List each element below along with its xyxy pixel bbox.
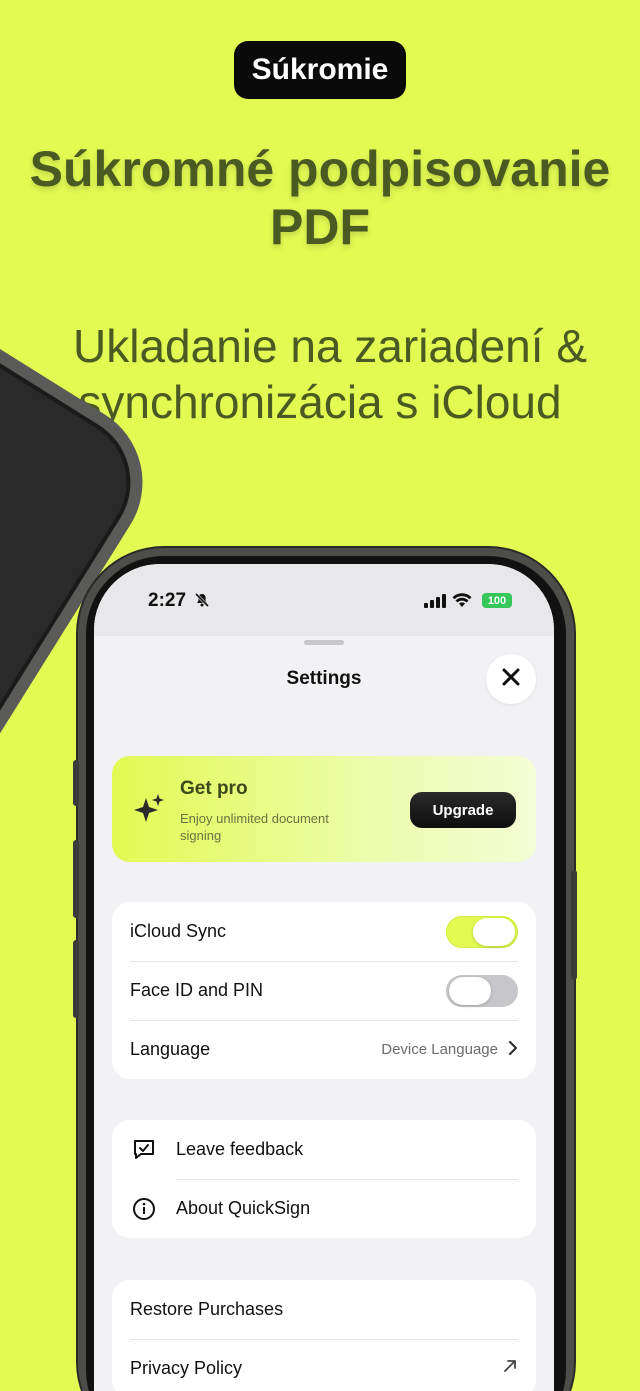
leave-feedback-row[interactable]: Leave feedback bbox=[112, 1120, 536, 1179]
face-id-toggle[interactable] bbox=[446, 974, 518, 1007]
feedback-icon bbox=[130, 1136, 158, 1164]
face-id-label: Face ID and PIN bbox=[130, 980, 264, 1000]
settings-group-legal: Restore Purchases Privacy Policy bbox=[112, 1280, 536, 1391]
subline-line-1: Ukladanie na zariadení & bbox=[73, 320, 587, 372]
battery-indicator: 100 bbox=[482, 593, 512, 608]
toggle-knob bbox=[473, 917, 515, 946]
pro-title: Get pro bbox=[180, 778, 248, 799]
status-bar: 2:27 100 bbox=[94, 564, 554, 636]
privacy-policy-row[interactable]: Privacy Policy bbox=[112, 1339, 536, 1391]
sparkles-icon bbox=[132, 792, 166, 831]
cellular-signal-icon bbox=[424, 594, 446, 613]
leave-feedback-label: Leave feedback bbox=[176, 1139, 304, 1159]
about-label: About QuickSign bbox=[176, 1198, 311, 1218]
language-row[interactable]: Language Device Language bbox=[112, 1020, 536, 1079]
settings-group-support: Leave feedback About QuickSign bbox=[112, 1120, 536, 1238]
bell-slash-icon bbox=[194, 592, 210, 613]
language-value-wrap: Device Language bbox=[381, 1040, 518, 1060]
sheet-grabber[interactable] bbox=[304, 640, 344, 645]
phone-screen: 2:27 100 Settings Get pro Enjoy unlimite… bbox=[94, 564, 554, 1391]
get-pro-card[interactable]: Get pro Enjoy unlimited document signing… bbox=[112, 756, 536, 862]
privacy-policy-label: Privacy Policy bbox=[130, 1358, 243, 1378]
phone-power-button bbox=[571, 870, 577, 980]
category-badge: Súkromie bbox=[234, 41, 406, 99]
chevron-right-icon bbox=[508, 1040, 518, 1060]
about-row[interactable]: About QuickSign bbox=[112, 1179, 536, 1238]
headline-text: Súkromné podpisovanie PDF bbox=[29, 141, 611, 255]
language-label: Language bbox=[130, 1039, 211, 1059]
close-icon bbox=[501, 667, 521, 692]
upgrade-button[interactable]: Upgrade bbox=[410, 792, 516, 828]
wifi-icon bbox=[452, 592, 472, 613]
icloud-sync-toggle[interactable] bbox=[446, 915, 518, 948]
headline: Súkromné podpisovanie PDF bbox=[0, 140, 640, 256]
toggle-knob bbox=[449, 976, 491, 1005]
status-time: 2:27 bbox=[148, 590, 187, 611]
settings-group-general: iCloud Sync Face ID and PIN Language Dev… bbox=[112, 902, 536, 1079]
icloud-sync-label: iCloud Sync bbox=[130, 921, 227, 941]
external-link-icon bbox=[502, 1358, 518, 1379]
sheet-title: Settings bbox=[286, 668, 362, 689]
restore-purchases-row[interactable]: Restore Purchases bbox=[112, 1280, 536, 1339]
close-button[interactable] bbox=[486, 654, 536, 704]
language-value: Device Language bbox=[381, 1041, 498, 1058]
pro-description: Enjoy unlimited document signing bbox=[180, 811, 329, 843]
restore-purchases-label: Restore Purchases bbox=[130, 1299, 284, 1319]
phone-action-button bbox=[73, 760, 79, 806]
phone-volume-up bbox=[73, 840, 79, 918]
phone-volume-down bbox=[73, 940, 79, 1018]
info-icon bbox=[130, 1195, 158, 1223]
icloud-sync-row[interactable]: iCloud Sync bbox=[112, 902, 536, 961]
face-id-row[interactable]: Face ID and PIN bbox=[112, 961, 536, 1020]
settings-sheet: Settings Get pro Enjoy unlimited documen… bbox=[94, 636, 554, 1391]
